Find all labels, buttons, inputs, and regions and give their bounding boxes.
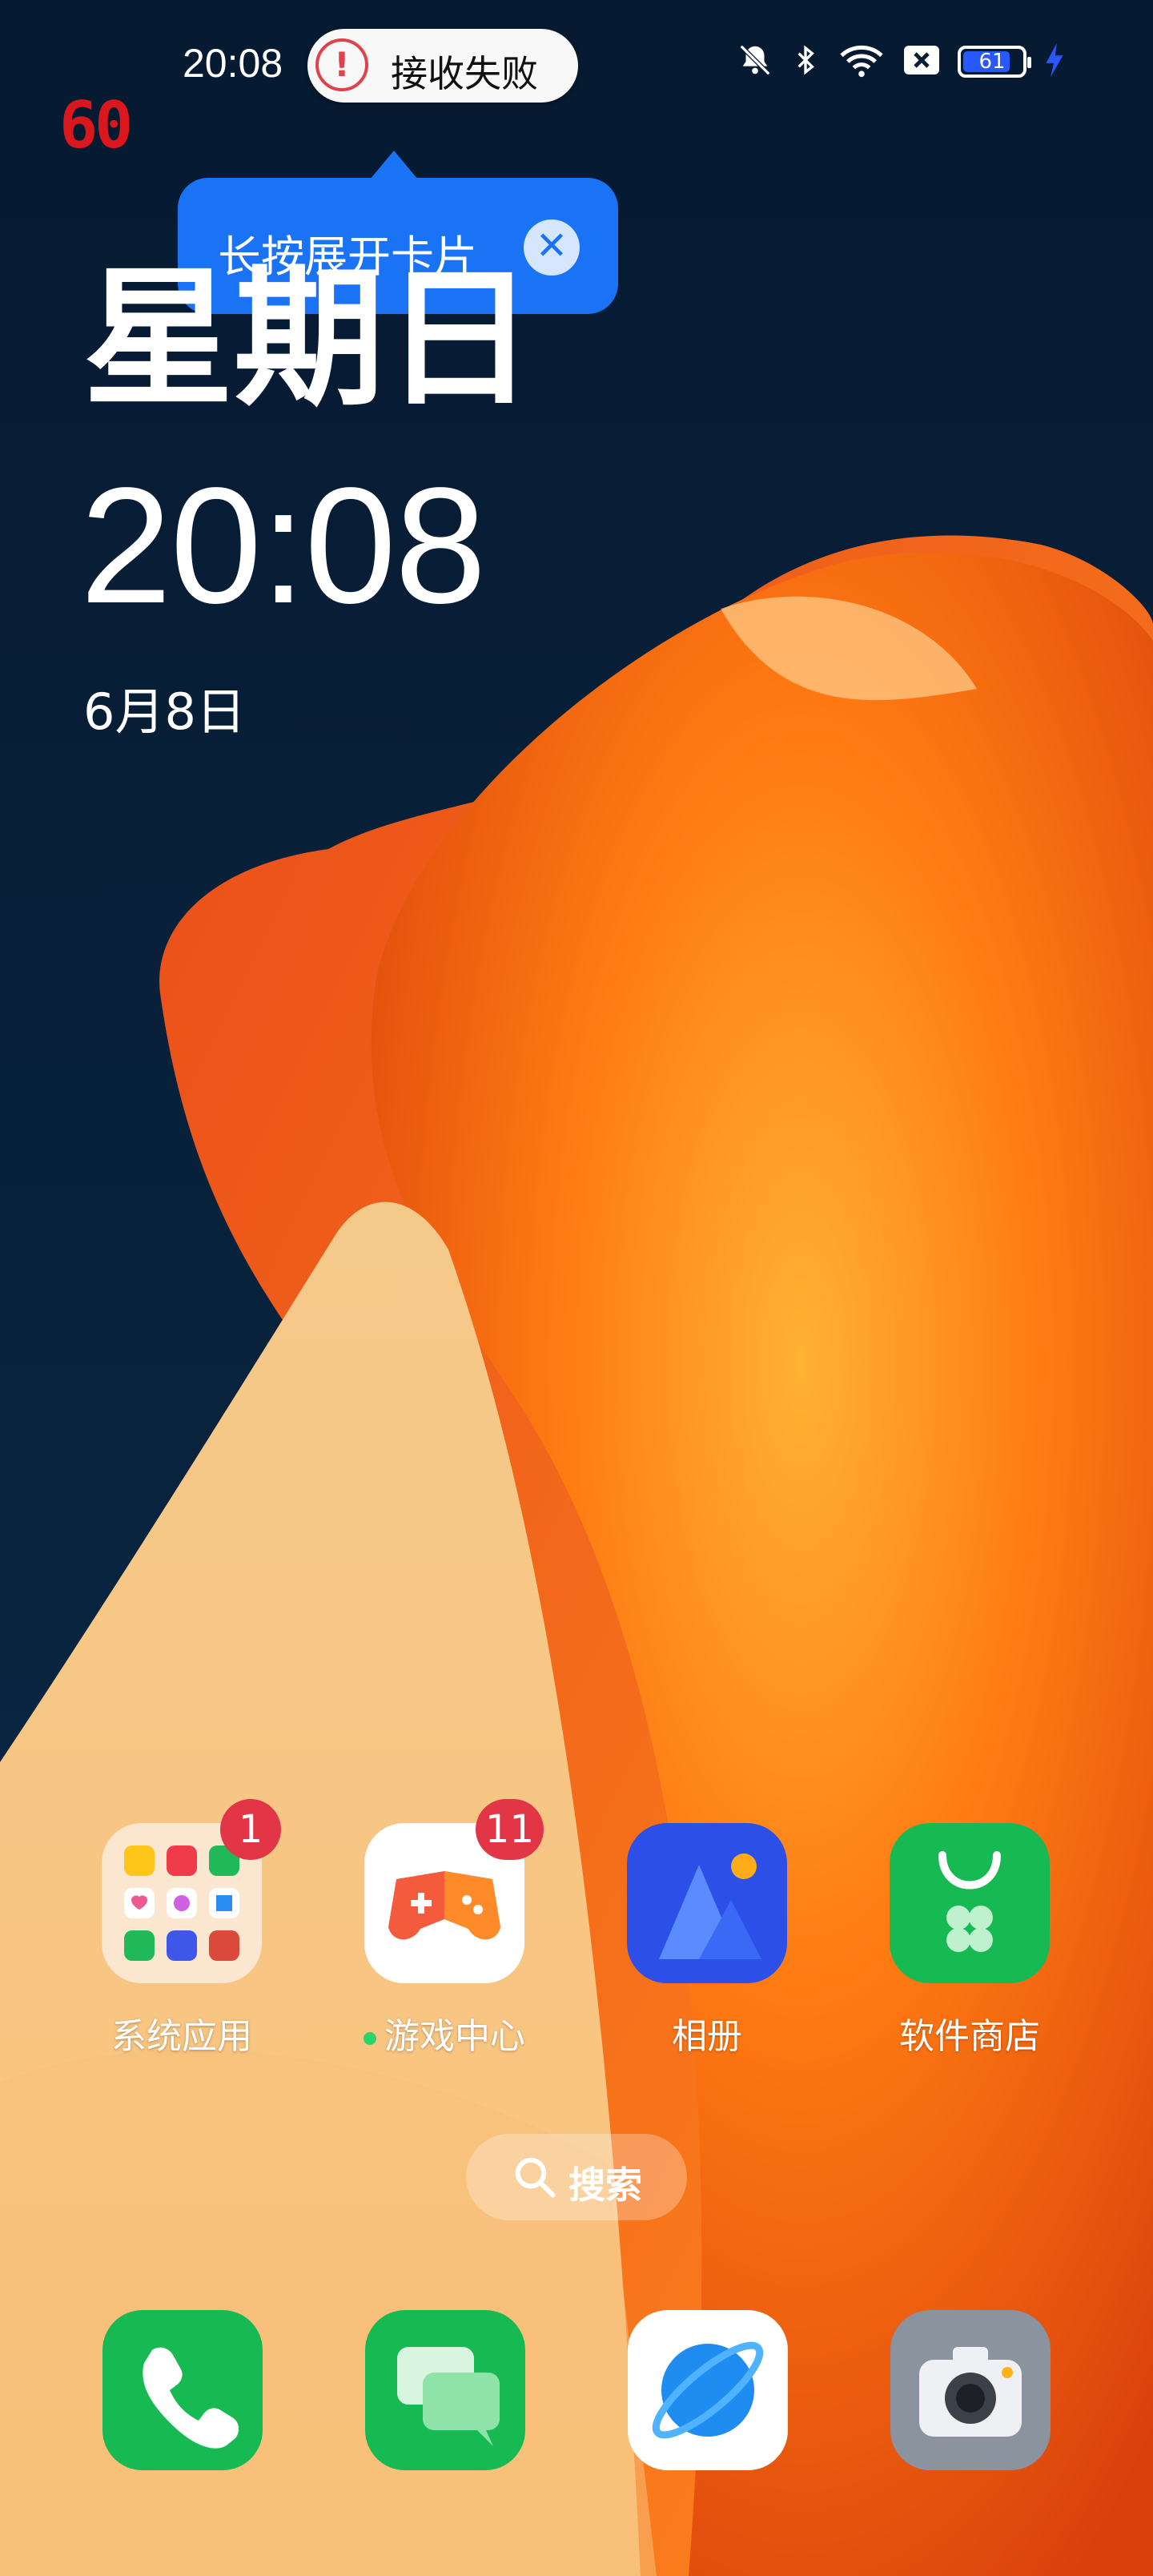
status-bar: 20:08 ! 接收失败 61 — [0, 0, 1153, 128]
camera-icon[interactable] — [890, 2310, 1051, 2470]
error-icon: ! — [315, 38, 368, 91]
status-icons: 61 — [737, 42, 1065, 82]
notification-pill[interactable]: ! 接收失败 — [307, 29, 578, 103]
notification-text: 接收失败 — [391, 52, 538, 95]
app-label: 系统应用 — [111, 2016, 252, 2057]
search-label: 搜索 — [568, 2163, 642, 2207]
fps-counter: 60 — [59, 88, 133, 163]
new-indicator-dot — [364, 2032, 376, 2045]
status-time: 20:08 — [183, 41, 283, 86]
app-label: 游戏中心 — [384, 2016, 525, 2057]
wifi-icon — [838, 42, 886, 82]
messages-icon[interactable] — [365, 2310, 525, 2470]
sim-x-icon — [902, 42, 942, 81]
notification-badge: 1 — [220, 1799, 281, 1860]
app-gallery[interactable]: 相册 — [615, 1823, 799, 2059]
search-button[interactable]: 搜索 — [466, 2134, 687, 2220]
app-system-apps[interactable]: 1 系统应用 — [90, 1799, 281, 2059]
app-game-center[interactable]: 11 游戏中心 — [352, 1799, 544, 2059]
charging-icon — [1043, 42, 1065, 82]
app-software-store[interactable]: 软件商店 — [878, 1823, 1062, 2059]
search-icon — [515, 2157, 556, 2198]
weekday-label: 星期日 — [83, 252, 535, 427]
app-grid: 1 系统应用 11 游戏中心 相册 软件商店 — [0, 1799, 1153, 2063]
phone-icon[interactable] — [102, 2310, 263, 2470]
game-controller-icon: 11 — [364, 1799, 544, 1983]
app-label-row: 游戏中心 — [352, 2007, 536, 2059]
browser-icon[interactable] — [628, 2310, 788, 2470]
bluetooth-icon — [789, 42, 822, 82]
app-label: 软件商店 — [899, 2016, 1040, 2057]
system-apps-folder-icon: 1 — [102, 1799, 281, 1983]
date-label: 6月8日 — [83, 682, 246, 741]
battery-level: 61 — [978, 50, 1006, 74]
store-icon — [890, 1823, 1050, 1983]
mute-bell-icon — [737, 42, 773, 82]
gallery-icon — [627, 1823, 787, 1983]
battery-icon: 61 — [958, 46, 1031, 78]
dock — [0, 2310, 1153, 2470]
clock-time[interactable]: 20:08 — [80, 463, 487, 628]
notification-badge: 11 — [475, 1799, 544, 1860]
app-label: 相册 — [672, 2016, 742, 2057]
